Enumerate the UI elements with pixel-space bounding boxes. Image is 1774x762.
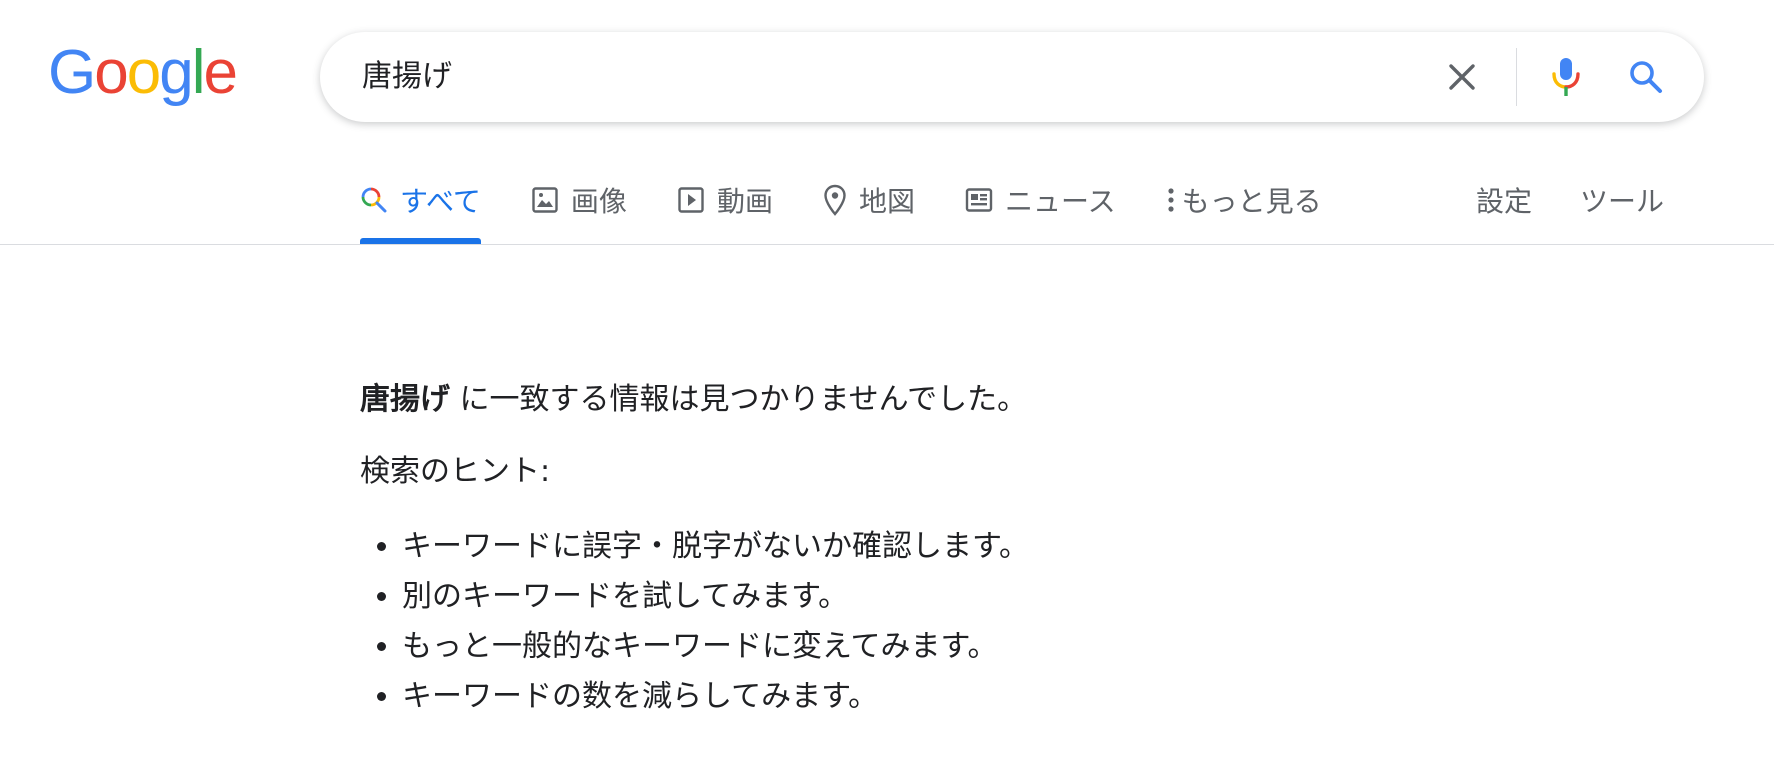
search-divider: [1516, 48, 1517, 106]
search-button[interactable]: [1616, 32, 1676, 122]
hint-list: キーワードに誤字・脱字がないか確認します。 別のキーワードを試してみます。 もっ…: [360, 522, 1029, 722]
clear-search-button[interactable]: [1432, 32, 1492, 122]
tab-news[interactable]: ニュース: [965, 174, 1116, 226]
tab-videos-label: 動画: [716, 185, 773, 218]
map-pin-icon: [823, 184, 847, 216]
tabs-divider: [0, 244, 1774, 245]
tools-link[interactable]: ツール: [1580, 174, 1664, 226]
google-logo[interactable]: G o o g l e: [48, 38, 238, 107]
logo-letter: l: [191, 38, 206, 107]
mic-icon: [1552, 58, 1580, 96]
tab-images[interactable]: 画像: [531, 174, 627, 226]
tab-maps-label: 地図: [858, 185, 915, 218]
no-match-text: に一致する情報は見つかりませんでした。: [450, 382, 1028, 417]
close-icon: [1449, 64, 1475, 90]
tab-images-label: 画像: [570, 185, 627, 218]
image-icon: [531, 186, 559, 214]
logo-letter: G: [48, 38, 96, 107]
list-item: キーワードの数を減らしてみます。: [402, 672, 1029, 722]
tab-maps[interactable]: 地図: [823, 174, 915, 226]
search-tabs: すべて 画像 動画 地図 ニュース もっと見る: [360, 174, 1372, 246]
settings-link[interactable]: 設定: [1476, 174, 1532, 226]
tab-more[interactable]: もっと見る: [1166, 174, 1322, 226]
query-bold: 唐揚げ: [360, 382, 450, 417]
logo-letter: o: [94, 38, 129, 107]
logo-letter: o: [126, 38, 162, 107]
google-search-page: G o o g l e 唐揚げ すべて 画像 動画 地図 ニュース もっと見る …: [0, 0, 1774, 762]
search-input[interactable]: 唐揚げ: [362, 32, 452, 122]
list-item: キーワードに誤字・脱字がないか確認します。: [402, 522, 1029, 572]
hint-title: 検索のヒント:: [360, 454, 551, 489]
video-icon: [677, 186, 705, 214]
list-item: 別のキーワードを試してみます。: [402, 572, 1029, 622]
no-match-message: 唐揚げ に一致する情報は見つかりませんでした。: [360, 370, 1029, 430]
search-bar[interactable]: 唐揚げ: [320, 32, 1704, 122]
more-vert-icon: [1166, 186, 1176, 214]
logo-letter: e: [203, 38, 238, 107]
logo-letter: g: [159, 38, 194, 107]
search-icon: [360, 186, 388, 214]
search-icon: [1630, 61, 1662, 93]
tab-news-label: ニュース: [1004, 185, 1116, 218]
tab-all-label: すべて: [400, 185, 481, 218]
tab-more-label: もっと見る: [1181, 185, 1322, 218]
voice-search-button[interactable]: [1536, 32, 1596, 122]
tab-all[interactable]: すべて: [360, 174, 481, 244]
tab-videos[interactable]: 動画: [677, 174, 773, 226]
no-results-panel: 唐揚げ に一致する情報は見つかりませんでした。 検索のヒント: キーワードに誤字…: [360, 370, 1029, 722]
list-item: もっと一般的なキーワードに変えてみます。: [402, 622, 1029, 672]
news-icon: [965, 187, 993, 213]
